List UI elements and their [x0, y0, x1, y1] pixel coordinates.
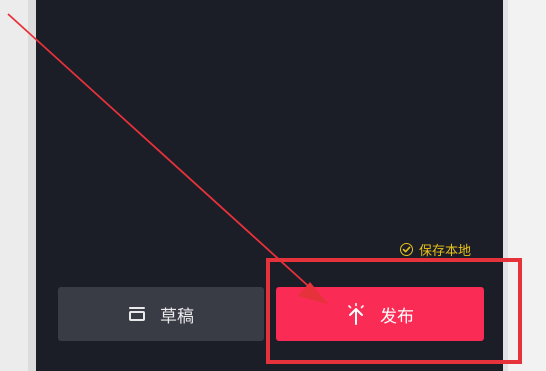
- publish-label: 发布: [380, 306, 414, 327]
- publish-button[interactable]: 发布: [276, 287, 484, 341]
- upload-arrow-icon: [346, 303, 366, 325]
- save-local-option[interactable]: 保存本地: [400, 240, 472, 259]
- draft-button[interactable]: 草稿: [58, 287, 264, 341]
- draft-box-icon: [128, 306, 146, 322]
- right-background: [503, 0, 546, 371]
- left-border: [28, 0, 36, 371]
- check-circle-icon: [400, 242, 413, 256]
- draft-label: 草稿: [160, 306, 194, 327]
- save-local-label: 保存本地: [419, 243, 472, 259]
- right-border: [503, 0, 508, 371]
